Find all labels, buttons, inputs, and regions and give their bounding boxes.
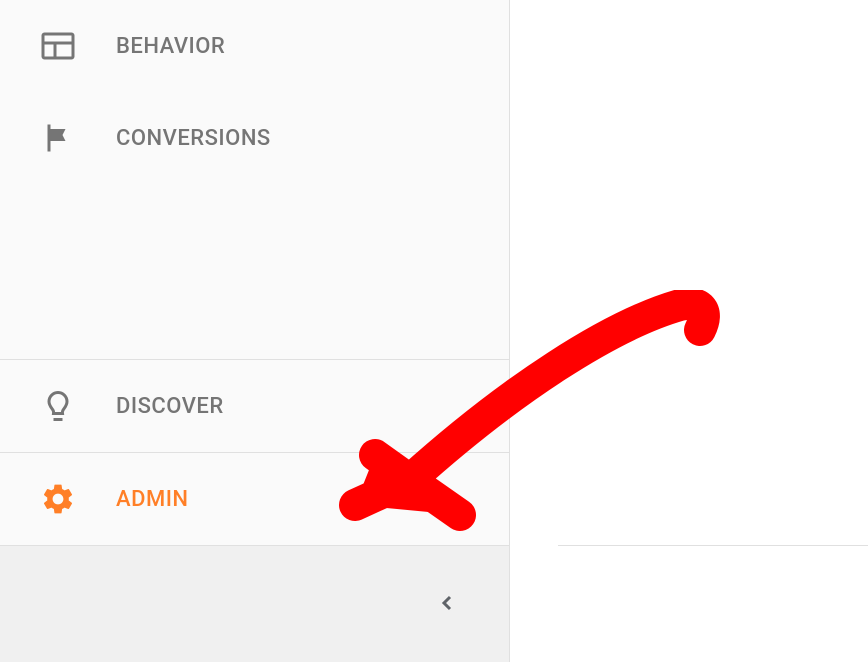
sidebar-item-admin[interactable]: ADMIN	[0, 453, 509, 546]
sidebar-item-behavior[interactable]: BEHAVIOR	[0, 0, 509, 92]
sidebar-item-label: BEHAVIOR	[116, 34, 225, 59]
chevron-left-icon[interactable]	[435, 585, 459, 623]
behavior-icon	[40, 28, 76, 64]
main-content	[511, 0, 868, 662]
bulb-icon	[40, 388, 76, 424]
collapse-bar	[0, 546, 509, 662]
bottom-section: DISCOVER ADMIN	[0, 359, 509, 546]
spacer	[0, 184, 509, 294]
gear-icon	[40, 481, 76, 517]
sidebar: BEHAVIOR CONVERSIONS DISCOVER	[0, 0, 510, 662]
sidebar-item-label: ADMIN	[116, 487, 189, 512]
sidebar-item-label: DISCOVER	[116, 394, 224, 419]
sidebar-item-discover[interactable]: DISCOVER	[0, 360, 509, 453]
flag-icon	[40, 120, 76, 156]
nav-items: BEHAVIOR CONVERSIONS	[0, 0, 509, 359]
main-divider	[558, 545, 868, 546]
sidebar-item-conversions[interactable]: CONVERSIONS	[0, 92, 509, 184]
sidebar-item-label: CONVERSIONS	[116, 126, 271, 151]
